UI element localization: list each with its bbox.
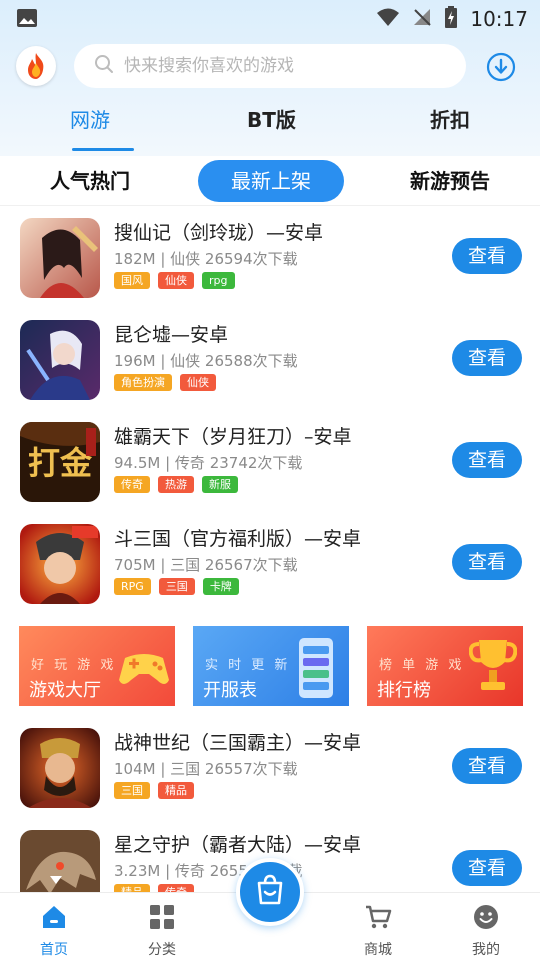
header: 10:17 网游 BT版 折扣 [0,0,540,156]
game-icon[interactable] [20,320,100,400]
game-meta: 104M | 三国 26557次下载 [114,760,298,778]
game-tags: 传奇 热游 新服 [114,476,238,493]
game-title[interactable]: 斗三国（官方福利版）—安卓 [114,524,361,551]
game-list-item[interactable]: 打金 雄霸天下（岁月狂刀）–安卓 94.5M | 传奇 23742次下载 传奇 … [0,410,540,512]
game-tags: RPG 三国 卡牌 [114,578,239,595]
smile-icon [472,903,500,931]
game-tags: 三国 精品 [114,782,194,799]
game-title[interactable]: 战神世纪（三国霸主）—安卓 [114,728,361,755]
game-tag: 角色扮演 [114,374,172,391]
tab-online-games[interactable]: 网游 [70,104,110,133]
banner-ranking[interactable]: 榜 单 游 戏 排行榜 [367,626,523,706]
game-tag: 三国 [114,782,150,799]
game-list-item[interactable]: 斗三国（官方福利版）—安卓 705M | 三国 26567次下载 RPG 三国 … [0,512,540,614]
shop-bag-button[interactable] [236,858,304,926]
search-box[interactable] [74,44,466,88]
game-title[interactable]: 雄霸天下（岁月狂刀）–安卓 [114,422,352,449]
banner-subtitle: 好 玩 游 戏 [31,658,117,673]
download-icon[interactable] [486,52,516,82]
game-tag: 三国 [158,578,195,595]
game-meta: 196M | 仙侠 26588次下载 [114,352,298,370]
flame-logo-icon [28,53,44,79]
game-tag: 热游 [158,476,194,493]
tab-discount[interactable]: 折扣 [430,104,470,133]
game-meta: 94.5M | 传奇 23742次下载 [114,454,303,472]
view-button[interactable]: 查看 [452,340,522,376]
gallery-icon [16,8,38,28]
cart-icon [364,903,392,931]
no-signal-icon [412,7,432,31]
status-time: 10:17 [470,7,528,31]
tab-bt-version[interactable]: BT版 [247,104,296,133]
nav-category[interactable]: 分类 [122,893,202,960]
game-list-item[interactable]: 搜仙记（剑玲珑）—安卓 182M | 仙侠 26594次下载 国风 仙侠 rpg… [0,206,540,308]
game-list-item[interactable]: 昆仑墟—安卓 196M | 仙侠 26588次下载 角色扮演 仙侠 查看 [0,308,540,410]
game-title[interactable]: 昆仑墟—安卓 [114,320,228,347]
sub-tabs: 人气热门 最新上架 新游预告 [0,156,540,206]
game-icon[interactable] [20,728,100,808]
active-tab-indicator [72,148,134,151]
game-tag: 精品 [158,782,194,799]
search-row [0,44,540,90]
game-title[interactable]: 搜仙记（剑玲珑）—安卓 [114,218,323,245]
nav-label: 首页 [40,942,68,958]
feature-banners: 好 玩 游 戏 游戏大厅 实 时 更 新 开服表 榜 单 游 戏 排行榜 [0,626,540,706]
game-tag: 新服 [202,476,238,493]
game-title[interactable]: 星之守护（霸者大陆）—安卓 [114,830,361,857]
search-icon [94,54,114,78]
banner-server-schedule[interactable]: 实 时 更 新 开服表 [193,626,349,706]
banner-game-hall[interactable]: 好 玩 游 戏 游戏大厅 [19,626,175,706]
game-tag: 卡牌 [202,578,239,595]
view-button[interactable]: 查看 [452,748,522,784]
gamepad-icon [117,646,171,694]
game-icon[interactable] [20,524,100,604]
subtab-upcoming[interactable]: 新游预告 [390,160,510,202]
game-meta: 705M | 三国 26567次下载 [114,556,298,574]
phone-list-icon [293,636,339,704]
game-meta: 182M | 仙侠 26594次下载 [114,250,298,268]
battery-charging-icon [444,6,458,32]
home-icon [40,903,68,931]
nav-home[interactable]: 首页 [14,893,94,960]
wifi-icon [376,7,400,31]
game-list-item[interactable]: 战神世纪（三国霸主）—安卓 104M | 三国 26557次下载 三国 精品 查… [0,716,540,818]
game-tags: 国风 仙侠 rpg [114,272,235,289]
game-tag: 仙侠 [180,374,216,391]
game-tag: RPG [114,578,151,595]
game-tag: 仙侠 [158,272,194,289]
game-icon[interactable] [20,218,100,298]
banner-subtitle: 实 时 更 新 [205,658,291,673]
search-input[interactable] [124,56,424,76]
game-tags: 角色扮演 仙侠 [114,374,216,391]
banner-title: 游戏大厅 [29,680,101,701]
banner-subtitle: 榜 单 游 戏 [379,658,465,673]
view-button[interactable]: 查看 [452,238,522,274]
banner-title: 排行榜 [377,680,431,701]
view-button[interactable]: 查看 [452,442,522,478]
nav-label: 我的 [472,942,500,958]
svg-text:打金: 打金 [28,444,93,482]
banner-title: 开服表 [203,680,257,701]
shopping-bag-icon [253,873,287,911]
subtab-popular[interactable]: 人气热门 [30,160,150,202]
game-tag: rpg [202,272,235,289]
top-tabs: 网游 BT版 折扣 [0,104,540,154]
game-tag: 传奇 [114,476,150,493]
view-button[interactable]: 查看 [452,850,522,886]
view-button[interactable]: 查看 [452,544,522,580]
subtab-new-releases[interactable]: 最新上架 [198,160,344,202]
game-icon[interactable]: 打金 [20,422,100,502]
nav-profile[interactable]: 我的 [446,893,526,960]
trophy-icon [468,636,518,702]
app-logo[interactable] [16,46,56,86]
nav-mall[interactable]: 商城 [338,893,418,960]
game-tag: 国风 [114,272,150,289]
grid-icon [148,903,176,931]
nav-label: 商城 [364,942,392,958]
status-bar: 10:17 [0,0,540,36]
nav-label: 分类 [148,942,176,958]
